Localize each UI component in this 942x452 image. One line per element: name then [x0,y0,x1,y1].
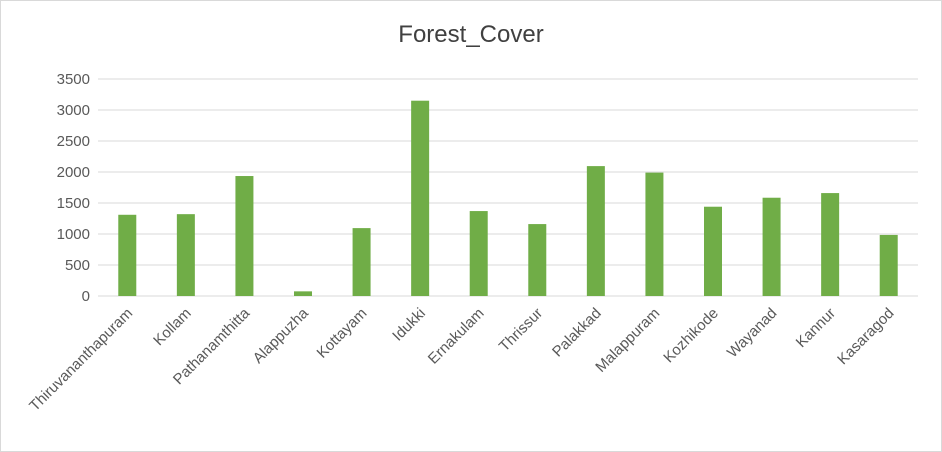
bar-wayanad [762,197,781,296]
y-tick-label: 1500 [57,195,90,212]
y-axis-ticks: 0 500 1000 1500 2000 2500 3000 3500 [57,71,90,305]
y-tick-label: 3000 [57,102,90,119]
x-category-label: Kasaragod [834,305,897,368]
chart-area: Forest_Cover 0 500 1000 1500 2000 2500 3000 350… [0,0,942,452]
bar-ernakulam [469,211,488,296]
x-category-label: Alappuzha [250,304,313,367]
bar-chart: 0 500 1000 1500 2000 2500 3000 3500 Thiruvanant… [26,71,918,415]
bars [118,100,898,296]
bar-kottayam [352,228,371,296]
x-category-label: Wayanad [724,305,780,361]
y-tick-label: 500 [65,257,90,274]
bar-kannur [821,193,840,296]
bar-idukki [411,100,430,296]
x-category-label: Ernakulam [425,305,488,368]
bar-kollam [176,214,195,296]
bar-pathanamthitta [235,176,254,296]
x-category-label: Thiruvananthapuram [26,305,136,415]
bar-thiruvananthapuram [118,214,137,296]
bar-thrissur [528,224,547,296]
x-category-label: Palakkad [549,305,605,361]
x-category-label: Kottayam [314,305,371,362]
gridlines [98,78,918,297]
y-tick-label: 0 [82,288,90,305]
bar-kozhikode [704,206,722,296]
x-category-label: Kollam [150,305,194,349]
y-tick-label: 2500 [57,133,90,150]
bar-palakkad [586,166,605,296]
x-axis-categories: Thiruvananthapuram KollamPathanamthittaAl… [26,304,897,414]
x-category-label: Idukki [389,305,429,345]
x-category-label: Kannur [793,305,839,351]
y-tick-label: 2000 [57,164,90,181]
y-tick-label: 1000 [57,226,90,243]
bar-kasaragod [879,234,898,296]
y-tick-label: 3500 [57,71,90,88]
bar-alappuzha [294,291,312,296]
bar-malappuram [645,172,664,296]
x-category-label: Thrissur [496,305,546,355]
x-category-label: Kozhikode [660,305,722,367]
